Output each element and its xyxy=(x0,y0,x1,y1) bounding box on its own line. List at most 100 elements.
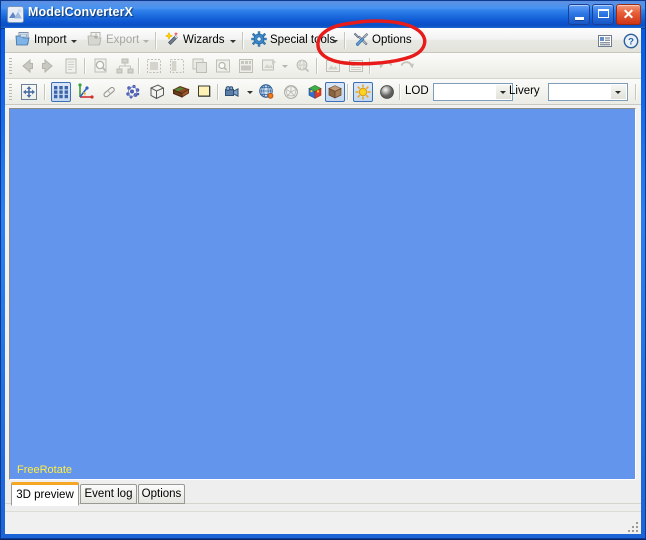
minimize-icon xyxy=(575,17,584,20)
wrench-screwdriver-icon xyxy=(353,31,369,47)
primary-toolbar xyxy=(5,53,641,79)
forward-arrow-icon xyxy=(38,56,58,76)
toolbar-grip[interactable] xyxy=(9,84,12,100)
chevron-down-icon xyxy=(282,65,288,68)
solid-box-icon[interactable] xyxy=(325,82,345,102)
toolbar-separator xyxy=(84,58,86,74)
livery-combo[interactable] xyxy=(548,83,628,101)
camera-icon[interactable] xyxy=(223,82,243,102)
maximize-icon xyxy=(598,9,609,18)
vertices-icon[interactable] xyxy=(123,82,143,102)
close-button[interactable]: ✕ xyxy=(616,4,641,25)
menu-item-special-tools-dropdown[interactable] xyxy=(328,30,341,51)
lod-label: LOD xyxy=(405,85,429,97)
tab-3d-preview[interactable]: 3D preview xyxy=(11,482,79,506)
fit-to-view-icon[interactable] xyxy=(19,82,39,102)
report-icon xyxy=(597,33,613,49)
inspect-object-icon xyxy=(213,56,233,76)
menu-separator xyxy=(344,32,346,49)
import-folder-icon xyxy=(15,31,31,47)
chevron-down-icon xyxy=(230,40,236,43)
livery-combo-arrow[interactable] xyxy=(611,85,626,99)
viewport-mode-label: FreeRotate xyxy=(17,464,73,476)
status-bar xyxy=(5,511,641,534)
menu-item-import-label: Import xyxy=(34,34,67,46)
toolbar-separator xyxy=(399,84,401,100)
preview-viewport-frame: FreeRotate xyxy=(9,108,636,480)
gear-icon xyxy=(251,30,267,47)
minimize-button[interactable] xyxy=(568,4,590,25)
close-icon: ✕ xyxy=(622,6,635,22)
export-image-dropdown xyxy=(279,56,290,76)
undo-icon xyxy=(376,56,396,76)
help-question-icon: ? xyxy=(623,33,639,49)
axis-icon[interactable] xyxy=(75,82,95,102)
toolbar-separator xyxy=(347,84,349,100)
resize-grip-icon[interactable] xyxy=(626,520,638,532)
chevron-down-icon xyxy=(615,91,621,94)
camera-dropdown[interactable] xyxy=(244,82,255,102)
view-toolbar: LOD Livery xyxy=(5,79,641,105)
toolbar-separator xyxy=(217,84,219,100)
maximize-button[interactable] xyxy=(592,4,614,25)
crop-marks-icon xyxy=(236,56,256,76)
tab-options[interactable]: Options xyxy=(138,484,185,504)
chevron-down-icon xyxy=(332,40,338,43)
mesh-sphere-icon[interactable] xyxy=(257,82,277,102)
chevron-down-icon xyxy=(247,91,253,94)
toolbar-separator xyxy=(635,84,637,100)
preview-viewport[interactable]: FreeRotate xyxy=(10,109,635,479)
select-partial-icon xyxy=(167,56,187,76)
menu-item-wizards-dropdown[interactable] xyxy=(226,30,239,51)
chevron-down-icon xyxy=(500,91,506,94)
list-report-icon xyxy=(346,56,366,76)
copy-layers-icon xyxy=(190,56,210,76)
menu-item-wizards-label: Wizards xyxy=(183,34,225,46)
toolbar-separator xyxy=(316,58,318,74)
menu-item-options-label: Options xyxy=(372,34,412,46)
tab-event-log[interactable]: Event log xyxy=(80,484,137,504)
redo-icon xyxy=(397,56,417,76)
select-all-icon xyxy=(144,56,164,76)
menu-item-export[interactable]: Export xyxy=(83,30,143,51)
texture-brick-icon[interactable] xyxy=(171,82,191,102)
zoom-document-icon xyxy=(91,56,111,76)
eraser-icon[interactable] xyxy=(99,82,119,102)
wireframe-cube-icon[interactable] xyxy=(147,82,167,102)
color-cube-icon[interactable] xyxy=(305,82,325,102)
back-arrow-icon xyxy=(17,56,37,76)
environment-sphere-icon[interactable] xyxy=(377,82,397,102)
livery-label: Livery xyxy=(509,85,540,97)
chevron-down-icon xyxy=(143,40,149,43)
menu-item-special-tools[interactable]: Special tools xyxy=(247,30,339,51)
document-icon xyxy=(61,56,81,76)
menu-separator xyxy=(242,32,244,49)
title-bar[interactable]: ModelConverterX ✕ xyxy=(1,1,645,29)
menu-item-report[interactable] xyxy=(594,30,616,51)
menu-item-special-tools-label: Special tools xyxy=(270,34,336,46)
polygon-sphere-icon[interactable] xyxy=(281,82,301,102)
menu-item-import[interactable]: Import xyxy=(11,30,71,51)
tab-strip: 3D preview Event log Options xyxy=(5,480,641,511)
client-area: Import Export Wizards Special tools Opti… xyxy=(5,28,641,534)
toolbar-grip[interactable] xyxy=(9,58,12,74)
menu-bar: Import Export Wizards Special tools Opti… xyxy=(5,28,641,53)
search-globe-icon xyxy=(293,56,313,76)
toolbar-separator xyxy=(369,58,371,74)
menu-item-export-label: Export xyxy=(106,34,140,46)
menu-item-export-dropdown xyxy=(139,30,152,51)
menu-item-wizards[interactable]: Wizards xyxy=(160,30,229,51)
menu-item-help[interactable]: ? xyxy=(620,30,642,51)
menu-item-import-dropdown[interactable] xyxy=(67,30,80,51)
grid-icon[interactable] xyxy=(51,82,71,102)
app-cube-icon xyxy=(7,6,24,23)
window-title: ModelConverterX xyxy=(28,5,133,19)
flat-color-icon[interactable] xyxy=(195,82,215,102)
svg-text:?: ? xyxy=(628,37,634,48)
lod-combo[interactable] xyxy=(433,83,513,101)
picture-icon xyxy=(323,56,343,76)
light-sun-icon[interactable] xyxy=(353,82,373,102)
export-disk-icon xyxy=(87,31,103,47)
export-image-icon xyxy=(259,56,279,76)
menu-item-options[interactable]: Options xyxy=(349,30,416,51)
